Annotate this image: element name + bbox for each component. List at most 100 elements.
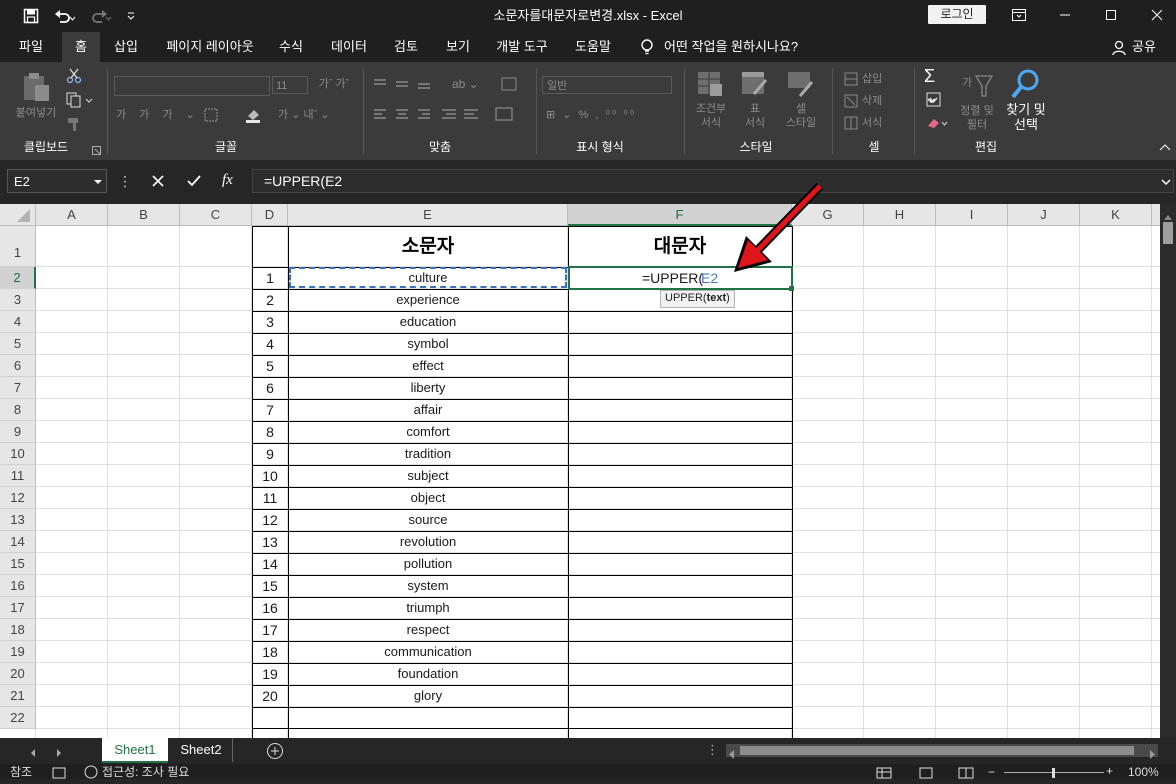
tab-formulas[interactable]: 수식: [270, 32, 312, 62]
zoom-out-icon[interactable]: −: [988, 766, 1000, 778]
next-sheet-icon[interactable]: [54, 745, 64, 757]
word-cell[interactable]: effect: [288, 355, 568, 377]
scroll-up-icon[interactable]: [1164, 208, 1172, 220]
find-select-icon[interactable]: [1010, 68, 1042, 102]
format-as-table-icon[interactable]: [740, 70, 770, 98]
copy-icon[interactable]: [66, 92, 94, 108]
row-number-cell[interactable]: 17: [252, 619, 288, 641]
row-number-cell[interactable]: 5: [252, 355, 288, 377]
insert-function-button[interactable]: fx: [222, 170, 242, 190]
word-cell[interactable]: triumph: [288, 597, 568, 619]
row-number-cell[interactable]: 12: [252, 509, 288, 531]
tell-me-search[interactable]: 어떤 작업을 원하시나요?: [664, 32, 804, 62]
clear-icon[interactable]: [926, 116, 948, 130]
word-cell[interactable]: source: [288, 509, 568, 531]
page-break-view-icon[interactable]: [958, 766, 974, 779]
fill-color-icon[interactable]: [244, 106, 264, 124]
add-sheet-icon[interactable]: [266, 742, 284, 760]
formula-input[interactable]: =UPPER(E2: [252, 169, 1174, 193]
word-cell[interactable]: pollution: [288, 553, 568, 575]
word-cell[interactable]: liberty: [288, 377, 568, 399]
tooltip-function-name[interactable]: UPPER(: [665, 292, 707, 304]
accessibility-icon[interactable]: [84, 765, 98, 779]
word-cell[interactable]: experience: [288, 289, 568, 311]
row-header-14[interactable]: 14: [0, 531, 36, 553]
row-number-cell[interactable]: 6: [252, 377, 288, 399]
row-number-cell[interactable]: 9: [252, 443, 288, 465]
number-format-icons[interactable]: ⊞ ⌄ % , ⁰⁰ ⁰⁰: [546, 108, 672, 122]
row-header-4[interactable]: 4: [0, 311, 36, 333]
column-header-d[interactable]: D: [252, 204, 288, 226]
row-header-5[interactable]: 5: [0, 333, 36, 355]
format-painter-icon[interactable]: [66, 116, 82, 132]
tab-page-layout[interactable]: 페이지 레이아웃: [158, 32, 262, 62]
row-header-10[interactable]: 10: [0, 443, 36, 465]
close-icon[interactable]: [1134, 0, 1176, 30]
row-number-cell[interactable]: 14: [252, 553, 288, 575]
font-size-box[interactable]: 11: [272, 76, 308, 94]
format-cells-icon[interactable]: [844, 116, 858, 130]
row-number-cell[interactable]: 15: [252, 575, 288, 597]
row-number-cell[interactable]: 4: [252, 333, 288, 355]
column-header-a[interactable]: A: [36, 204, 108, 226]
row-number-cell[interactable]: 10: [252, 465, 288, 487]
row-number-cell[interactable]: 16: [252, 597, 288, 619]
collapse-ribbon-icon[interactable]: [1158, 140, 1172, 152]
row-number-cell[interactable]: 18: [252, 641, 288, 663]
select-all-corner[interactable]: [0, 204, 36, 226]
dialog-launcher-icon[interactable]: [92, 143, 102, 155]
insert-cells-label[interactable]: 삽입: [862, 72, 902, 86]
tab-insert[interactable]: 삽입: [106, 32, 146, 62]
formula-reference[interactable]: E2: [701, 267, 718, 289]
word-cell[interactable]: communication: [288, 641, 568, 663]
row-number-cell[interactable]: 2: [252, 289, 288, 311]
tab-split-handle[interactable]: ⋮: [706, 743, 719, 757]
accessibility-status[interactable]: 접근성: 조사 필요: [102, 765, 189, 779]
column-header-b[interactable]: B: [108, 204, 180, 226]
maximize-icon[interactable]: [1088, 0, 1134, 30]
row-header-13[interactable]: 13: [0, 509, 36, 531]
row-number-cell[interactable]: 20: [252, 685, 288, 707]
cancel-icon[interactable]: [150, 173, 166, 189]
delete-cells-icon[interactable]: [844, 94, 858, 108]
undo-icon[interactable]: [50, 4, 80, 28]
zoom-in-icon[interactable]: +: [1106, 765, 1118, 777]
format-cells-label[interactable]: 서식: [862, 116, 902, 130]
tab-developer[interactable]: 개발 도구: [488, 32, 556, 62]
row-header-20[interactable]: 20: [0, 663, 36, 685]
expand-formula-icon[interactable]: [1160, 175, 1172, 187]
horizontal-scroll-thumb[interactable]: [740, 746, 1134, 755]
tab-view[interactable]: 보기: [438, 32, 478, 62]
paste-icon[interactable]: [20, 70, 54, 104]
formula-prefix[interactable]: =UPPER(: [642, 267, 703, 289]
column-header-j[interactable]: J: [1008, 204, 1080, 226]
row-header-2[interactable]: 2: [0, 267, 36, 289]
sheet-tab-sheet1[interactable]: Sheet1: [102, 738, 168, 763]
row-number-cell[interactable]: 1: [252, 267, 288, 289]
tab-home[interactable]: 홈: [62, 32, 100, 62]
font-name-box[interactable]: [114, 76, 270, 96]
row-header-15[interactable]: 15: [0, 553, 36, 575]
row-number-cell[interactable]: 13: [252, 531, 288, 553]
row-header-18[interactable]: 18: [0, 619, 36, 641]
fill-icon[interactable]: [926, 92, 942, 108]
normal-view-icon[interactable]: [876, 766, 892, 779]
select-all-icon[interactable]: [0, 204, 34, 224]
enter-icon[interactable]: [186, 173, 202, 189]
row-number-cell[interactable]: 11: [252, 487, 288, 509]
scroll-left-icon[interactable]: [728, 746, 736, 759]
tooltip-argument[interactable]: text: [707, 292, 727, 304]
sheet-tab-sheet2[interactable]: Sheet2: [170, 738, 233, 762]
scroll-right-icon[interactable]: [1148, 746, 1156, 759]
customize-qat-icon[interactable]: [120, 4, 142, 28]
row-header-9[interactable]: 9: [0, 421, 36, 443]
insert-cells-icon[interactable]: [844, 72, 858, 86]
row-header-17[interactable]: 17: [0, 597, 36, 619]
redo-icon[interactable]: [86, 4, 116, 28]
worksheet-grid[interactable]: A B C D E F G H I J K 1 2 3 4 5 6 7 8 9 10 11 12 13 14 15 16 17 18 19…: [0, 204, 1160, 738]
minimize-icon[interactable]: [1042, 0, 1088, 30]
sort-filter-icon[interactable]: 가: [962, 72, 994, 100]
column-header-h[interactable]: H: [864, 204, 936, 226]
horizontal-scrollbar[interactable]: [726, 744, 1158, 759]
word-cell[interactable]: respect: [288, 619, 568, 641]
